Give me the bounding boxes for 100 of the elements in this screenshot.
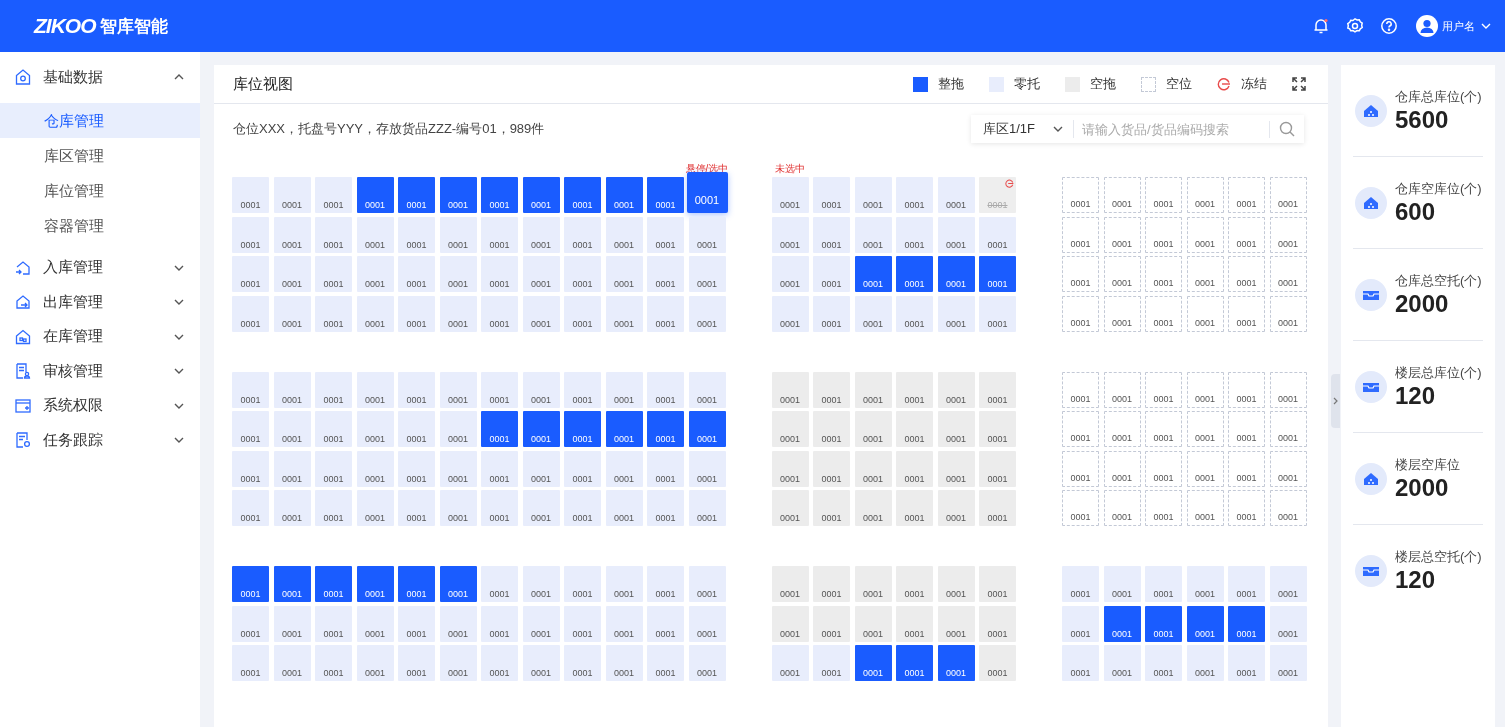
storage-slot[interactable]: 0001 — [564, 490, 601, 526]
collapse-handle[interactable] — [1331, 374, 1340, 428]
storage-slot[interactable]: 0001 — [315, 295, 352, 332]
storage-slot[interactable]: 0001 — [1145, 605, 1182, 642]
storage-slot[interactable]: 0001 — [481, 216, 518, 253]
storage-slot[interactable]: 0001 — [1269, 256, 1307, 292]
storage-slot[interactable]: 0001 — [1186, 216, 1224, 253]
storage-slot[interactable]: 0001 — [522, 216, 560, 253]
storage-slot[interactable]: 0001 — [1228, 371, 1265, 408]
storage-slot[interactable]: 0001 — [1103, 490, 1141, 526]
storage-slot[interactable]: 0001 — [398, 256, 435, 292]
storage-slot[interactable]: 0001 — [688, 216, 726, 253]
storage-slot[interactable]: 0001 — [273, 256, 311, 292]
storage-slot[interactable]: 0001 — [356, 490, 394, 526]
storage-slot[interactable]: 0001 — [1103, 295, 1141, 332]
storage-slot[interactable]: 0001 — [1269, 566, 1307, 602]
storage-slot[interactable]: 0001 — [232, 216, 269, 253]
storage-slot[interactable]: 0001 — [1145, 411, 1182, 447]
storage-slot[interactable]: 0001 — [896, 256, 933, 292]
menu-group[interactable]: 审核管理 — [0, 354, 200, 389]
storage-slot[interactable]: 0001 — [481, 450, 518, 487]
caret-icon[interactable] — [1481, 23, 1491, 29]
storage-slot[interactable]: 0001 — [439, 295, 477, 332]
storage-slot[interactable]: 0001 — [315, 371, 352, 408]
storage-slot[interactable]: 0001 — [979, 256, 1016, 292]
storage-slot[interactable]: 0001 — [564, 256, 601, 292]
storage-slot[interactable]: 0001 — [398, 605, 435, 642]
storage-slot[interactable]: 0001 — [647, 566, 684, 602]
storage-slot[interactable]: 0001 — [356, 177, 394, 213]
storage-slot[interactable]: 0001 — [273, 295, 311, 332]
storage-slot[interactable]: 0001 — [605, 645, 643, 681]
storage-slot[interactable]: 0001 — [937, 411, 975, 447]
storage-slot[interactable]: 0001 — [1145, 295, 1182, 332]
storage-slot[interactable]: 0001 — [605, 450, 643, 487]
storage-slot[interactable]: 0001 — [647, 295, 684, 332]
storage-slot[interactable]: 0001 — [813, 177, 850, 213]
storage-slot[interactable]: 0001 — [1145, 216, 1182, 253]
storage-slot[interactable]: 0001 — [1269, 645, 1307, 681]
storage-slot[interactable]: 0001 — [1062, 450, 1099, 487]
storage-slot[interactable]: 0001 — [647, 490, 684, 526]
storage-slot[interactable]: 0001 — [232, 177, 269, 213]
storage-slot[interactable]: 0001 — [1186, 256, 1224, 292]
storage-slot[interactable]: 0001 — [481, 605, 518, 642]
storage-slot[interactable]: 0001 — [356, 605, 394, 642]
storage-slot[interactable]: 0001 — [439, 645, 477, 681]
storage-slot[interactable]: 0001 — [232, 295, 269, 332]
storage-slot[interactable]: 0001 — [647, 605, 684, 642]
storage-slot[interactable]: 0001 — [1103, 371, 1141, 408]
storage-slot[interactable]: 0001 — [1269, 490, 1307, 526]
storage-slot[interactable]: 0001 — [1269, 216, 1307, 253]
fullscreen-icon[interactable] — [1292, 77, 1306, 91]
storage-slot[interactable]: 0001 — [273, 371, 311, 408]
storage-slot[interactable]: 0001 — [356, 450, 394, 487]
storage-slot[interactable]: 0001 — [813, 295, 850, 332]
storage-slot[interactable]: 0001 — [1145, 645, 1182, 681]
storage-slot[interactable]: 0001 — [481, 177, 518, 213]
storage-slot[interactable]: 0001 — [398, 216, 435, 253]
menu-group[interactable]: 在库管理 — [0, 319, 200, 354]
storage-slot[interactable]: 0001 — [315, 177, 352, 213]
storage-slot[interactable]: 0001 — [273, 645, 311, 681]
storage-slot[interactable]: 0001 — [439, 256, 477, 292]
storage-slot[interactable]: 0001 — [315, 450, 352, 487]
storage-slot[interactable]: 0001 — [232, 566, 269, 602]
storage-slot[interactable]: 0001 — [522, 295, 560, 332]
storage-slot[interactable]: 0001 — [439, 490, 477, 526]
storage-slot[interactable]: 0001 — [1228, 490, 1265, 526]
storage-slot[interactable]: 0001 — [813, 566, 850, 602]
storage-slot[interactable]: 0001 — [1145, 371, 1182, 408]
storage-slot[interactable]: 0001 — [232, 371, 269, 408]
storage-slot[interactable]: 0001 — [481, 371, 518, 408]
storage-slot[interactable]: 0001 — [688, 645, 726, 681]
storage-slot[interactable]: 0001 — [564, 450, 601, 487]
storage-slot[interactable]: 0001 — [356, 216, 394, 253]
storage-slot[interactable]: 0001 — [1145, 256, 1182, 292]
storage-slot[interactable]: 0001 — [1062, 256, 1099, 292]
storage-slot[interactable]: 0001 — [1062, 605, 1099, 642]
storage-slot[interactable]: 0001 — [315, 216, 352, 253]
storage-slot[interactable]: 0001 — [896, 216, 933, 253]
storage-slot[interactable]: 0001 — [439, 216, 477, 253]
storage-slot[interactable]: 0001 — [564, 371, 601, 408]
menu-item[interactable]: 库位管理 — [0, 172, 200, 208]
storage-slot[interactable]: 0001 — [398, 490, 435, 526]
storage-slot[interactable]: 0001 — [688, 371, 726, 408]
storage-slot[interactable]: 0001 — [564, 177, 601, 213]
storage-slot[interactable]: 0001 — [315, 605, 352, 642]
storage-slot[interactable]: 0001 — [688, 566, 726, 602]
storage-slot[interactable]: 0001 — [1062, 177, 1099, 213]
storage-slot[interactable]: 0001 — [1228, 411, 1265, 447]
storage-slot[interactable]: 0001 — [647, 645, 684, 681]
storage-slot[interactable]: 0001 — [771, 605, 809, 642]
storage-slot[interactable]: 0001 — [896, 177, 933, 213]
storage-slot[interactable]: 0001 — [896, 566, 933, 602]
storage-slot[interactable]: 0001 — [1228, 605, 1265, 642]
menu-group[interactable]: 基础数据 — [0, 60, 200, 95]
storage-slot[interactable]: 0001 — [813, 216, 850, 253]
storage-slot[interactable]: 0001 — [439, 566, 477, 602]
storage-slot[interactable]: 0001 — [439, 411, 477, 447]
storage-slot[interactable]: 0001 — [1269, 605, 1307, 642]
storage-slot[interactable]: 0001 — [896, 411, 933, 447]
storage-slot[interactable]: 0001 — [1062, 295, 1099, 332]
